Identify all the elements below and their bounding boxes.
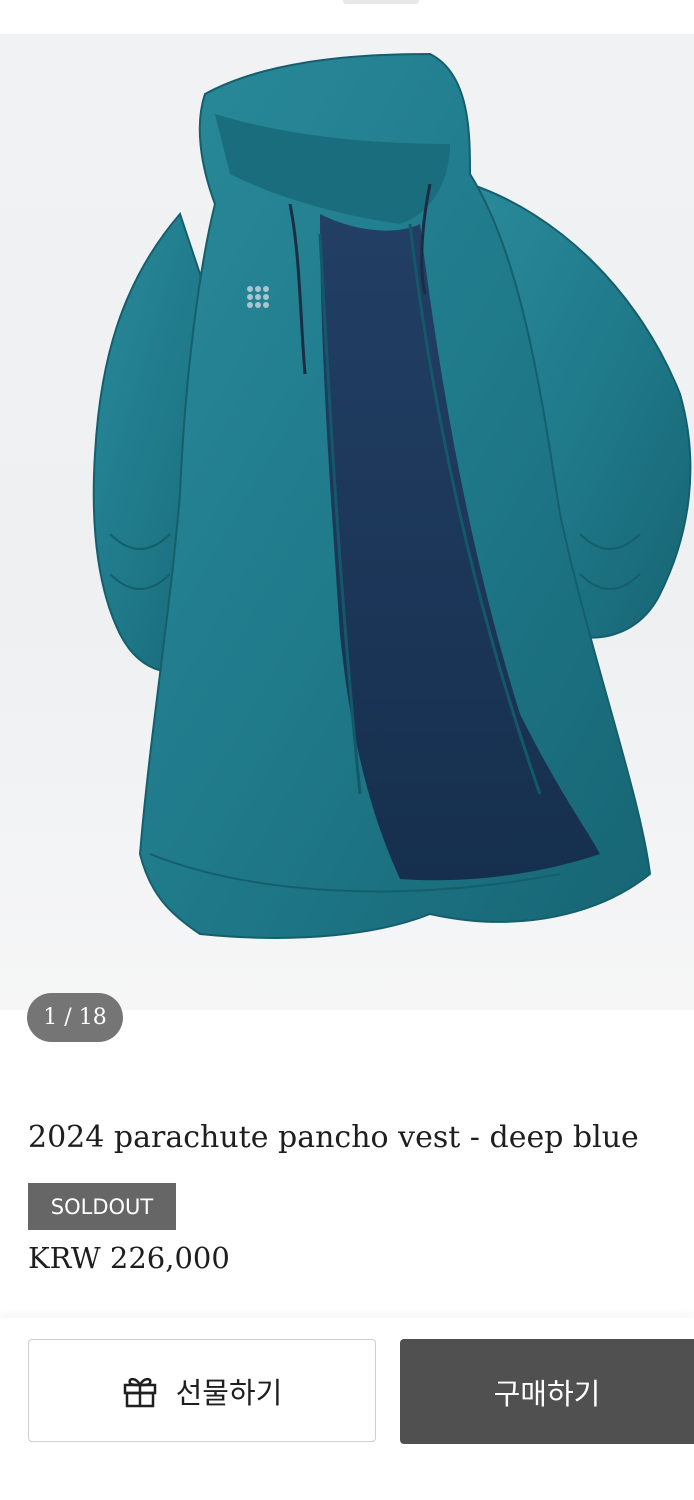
drag-handle[interactable] — [343, 0, 419, 4]
gift-button[interactable]: 선물하기 — [28, 1339, 376, 1442]
image-counter: 1 / 18 — [27, 993, 123, 1042]
product-image[interactable] — [0, 34, 694, 1010]
gift-icon — [122, 1373, 158, 1409]
buy-button[interactable]: 구매하기 — [400, 1339, 694, 1444]
jacket-illustration — [92, 52, 692, 939]
product-detail-page: 1 / 18 2024 parachute pancho vest - deep… — [0, 0, 694, 1500]
status-badge: SOLDOUT — [28, 1183, 176, 1230]
product-price: KRW 226,000 — [28, 1241, 230, 1275]
buy-button-label: 구매하기 — [493, 1376, 601, 1411]
gift-button-label: 선물하기 — [175, 1375, 283, 1410]
product-title: 2024 parachute pancho vest - deep blue — [28, 1120, 639, 1155]
